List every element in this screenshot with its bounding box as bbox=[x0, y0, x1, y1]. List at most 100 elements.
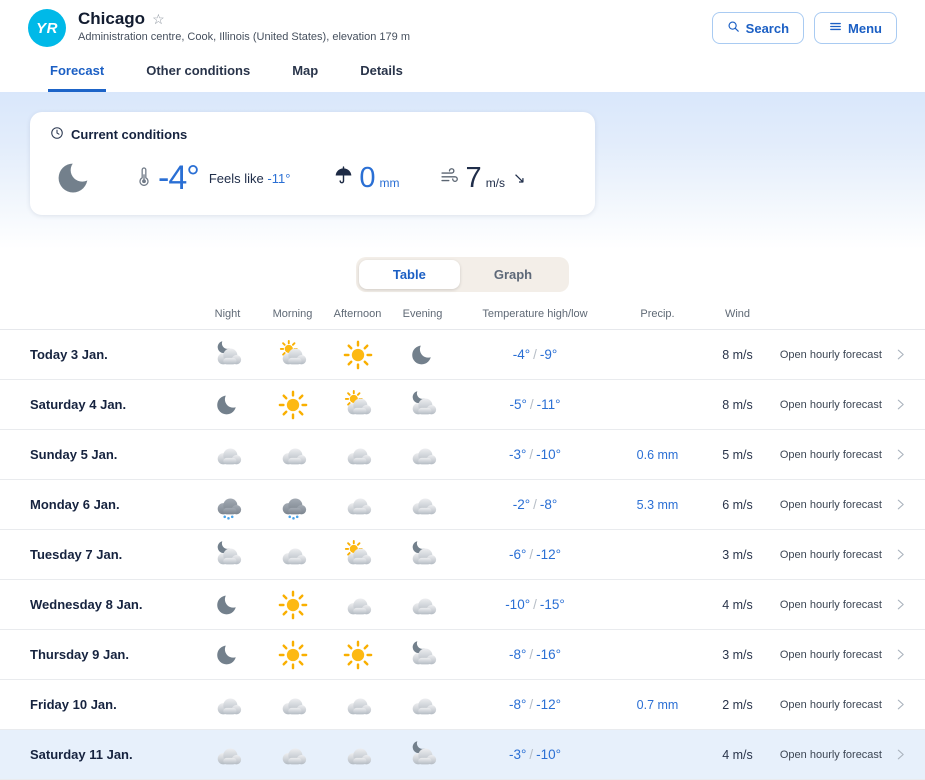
tab-map[interactable]: Map bbox=[290, 57, 320, 92]
day-label: Friday 10 Jan. bbox=[30, 697, 195, 712]
menu-button-label: Menu bbox=[848, 21, 882, 36]
col-morning: Morning bbox=[260, 308, 325, 320]
temp-low: -10° bbox=[536, 447, 561, 462]
chevron-right-icon bbox=[894, 398, 907, 411]
wind-value: 8 m/s bbox=[700, 398, 775, 412]
partlycloudy-night-icon bbox=[390, 640, 455, 670]
hamburger-icon bbox=[829, 20, 842, 36]
wind-direction-arrow: ↘ bbox=[513, 169, 526, 187]
cloudy-icon bbox=[390, 440, 455, 470]
temp-separator: / bbox=[533, 597, 537, 612]
temperature-high-low: -3°/-10° bbox=[455, 447, 615, 462]
temp-low: -9° bbox=[540, 347, 557, 362]
open-hourly-forecast-label: Open hourly forecast bbox=[780, 399, 882, 411]
col-precip: Precip. bbox=[615, 308, 700, 320]
current-conditions-card: Current conditions -4° Feels like -11° 0… bbox=[30, 112, 595, 215]
menu-button[interactable]: Menu bbox=[814, 12, 897, 44]
cloudy-icon bbox=[325, 440, 390, 470]
table-row[interactable]: Saturday 11 Jan. -3°/-10°4 m/sOpen hourl… bbox=[0, 730, 925, 780]
tab-other-conditions[interactable]: Other conditions bbox=[144, 57, 252, 92]
col-night: Night bbox=[195, 308, 260, 320]
open-hourly-forecast-link[interactable]: Open hourly forecast bbox=[775, 498, 907, 511]
clear-day-icon bbox=[260, 390, 325, 420]
current-conditions-title: Current conditions bbox=[71, 127, 187, 142]
partlysunny-icon bbox=[260, 340, 325, 370]
temp-high: -8° bbox=[509, 647, 526, 662]
open-hourly-forecast-link[interactable]: Open hourly forecast bbox=[775, 448, 907, 461]
tab-forecast[interactable]: Forecast bbox=[48, 57, 106, 92]
feels-like-value: -11° bbox=[267, 171, 290, 186]
open-hourly-forecast-link[interactable]: Open hourly forecast bbox=[775, 748, 907, 761]
temp-high: -4° bbox=[513, 347, 530, 362]
cloudy-icon bbox=[260, 540, 325, 570]
temperature-high-low: -8°/-16° bbox=[455, 647, 615, 662]
search-button-label: Search bbox=[746, 21, 789, 36]
toggle-graph[interactable]: Graph bbox=[460, 260, 566, 289]
page-title: Chicago bbox=[78, 9, 145, 29]
table-row[interactable]: Monday 6 Jan. -2°/-8°5.3 mm6 m/sOpen hou… bbox=[0, 480, 925, 530]
cloudy-icon bbox=[260, 690, 325, 720]
favorite-star-icon[interactable]: ☆ bbox=[152, 11, 165, 28]
table-row[interactable]: Saturday 4 Jan. -5°/-11°8 m/sOpen hourly… bbox=[0, 380, 925, 430]
col-temperature: Temperature high/low bbox=[455, 308, 615, 320]
table-row[interactable]: Sunday 5 Jan. -3°/-10°0.6 mm5 m/sOpen ho… bbox=[0, 430, 925, 480]
open-hourly-forecast-label: Open hourly forecast bbox=[780, 649, 882, 661]
day-label: Today 3 Jan. bbox=[30, 347, 195, 362]
current-wind: 7 bbox=[466, 162, 482, 195]
day-label: Saturday 11 Jan. bbox=[30, 747, 195, 762]
clock-icon bbox=[50, 126, 64, 143]
temp-high: -8° bbox=[509, 697, 526, 712]
open-hourly-forecast-link[interactable]: Open hourly forecast bbox=[775, 648, 907, 661]
wind-value: 3 m/s bbox=[700, 648, 775, 662]
forecast-table-header: Night Morning Afternoon Evening Temperat… bbox=[0, 308, 925, 330]
toggle-table[interactable]: Table bbox=[359, 260, 460, 289]
col-evening: Evening bbox=[390, 308, 455, 320]
day-label: Saturday 4 Jan. bbox=[30, 397, 195, 412]
table-row[interactable]: Tuesday 7 Jan. -6°/-12°3 m/sOpen hourly … bbox=[0, 530, 925, 580]
temperature-high-low: -10°/-15° bbox=[455, 597, 615, 612]
open-hourly-forecast-link[interactable]: Open hourly forecast bbox=[775, 398, 907, 411]
open-hourly-forecast-link[interactable]: Open hourly forecast bbox=[775, 698, 907, 711]
feels-like-label: Feels like bbox=[209, 171, 264, 186]
table-row[interactable]: Wednesday 8 Jan. -10°/-15°4 m/sOpen hour… bbox=[0, 580, 925, 630]
wind-value: 3 m/s bbox=[700, 548, 775, 562]
table-row[interactable]: Thursday 9 Jan. -8°/-16° 3 m/s Open hourly… bbox=[0, 630, 925, 680]
cloudy-icon bbox=[195, 690, 260, 720]
wind-icon bbox=[440, 166, 460, 191]
temp-low: -15° bbox=[540, 597, 565, 612]
precipitation-value: 0.6 mm bbox=[615, 448, 700, 462]
open-hourly-forecast-link[interactable]: Open hourly forecast bbox=[775, 348, 907, 361]
cloudy-icon bbox=[195, 740, 260, 770]
yr-logo[interactable]: YR bbox=[28, 9, 66, 47]
partlycloudy-night-icon bbox=[390, 540, 455, 570]
temp-high: -3° bbox=[509, 747, 526, 762]
day-label: Thursday 9 Jan. bbox=[30, 647, 195, 662]
precipitation-unit: mm bbox=[380, 176, 400, 190]
thermometer-icon bbox=[134, 166, 154, 191]
sleet-icon bbox=[260, 490, 325, 520]
temp-low: -16° bbox=[536, 647, 561, 662]
temp-separator: / bbox=[529, 447, 533, 462]
chevron-right-icon bbox=[894, 648, 907, 661]
search-button[interactable]: Search bbox=[712, 12, 804, 44]
tab-details[interactable]: Details bbox=[358, 57, 405, 92]
wind-value: 4 m/s bbox=[700, 598, 775, 612]
view-toggle: TableGraph bbox=[356, 257, 569, 292]
open-hourly-forecast-link[interactable]: Open hourly forecast bbox=[775, 548, 907, 561]
open-hourly-forecast-link[interactable]: Open hourly forecast bbox=[775, 598, 907, 611]
cloudy-icon bbox=[260, 740, 325, 770]
open-hourly-forecast-label: Open hourly forecast bbox=[780, 549, 882, 561]
cloudy-icon bbox=[325, 490, 390, 520]
hero-band: Current conditions -4° Feels like -11° 0… bbox=[0, 92, 925, 249]
temperature-high-low: -6°/-12° bbox=[455, 547, 615, 562]
wind-value: 6 m/s bbox=[700, 498, 775, 512]
temp-separator: / bbox=[529, 647, 533, 662]
table-row[interactable]: Today 3 Jan. -4°/-9°8 m/sOpen hourly for… bbox=[0, 330, 925, 380]
temp-low: -12° bbox=[536, 697, 561, 712]
current-weather-icon bbox=[54, 157, 96, 199]
table-row[interactable]: Friday 10 Jan. -8°/-12°0.7 mm2 m/sOpen h… bbox=[0, 680, 925, 730]
col-afternoon: Afternoon bbox=[325, 308, 390, 320]
cloudy-icon bbox=[390, 490, 455, 520]
temp-separator: / bbox=[530, 397, 534, 412]
temp-high: -10° bbox=[505, 597, 530, 612]
